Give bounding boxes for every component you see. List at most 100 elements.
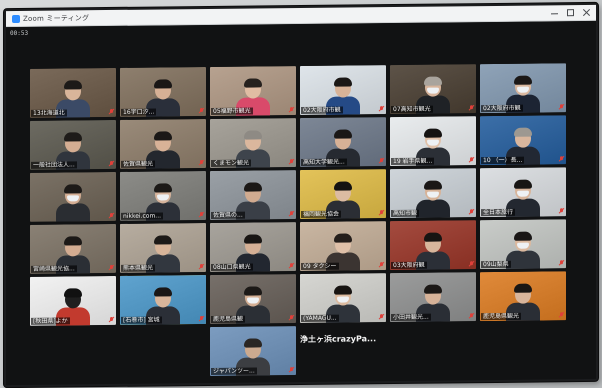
window-title: Zoom ミーティング: [23, 13, 90, 23]
participant-name-label: 福岡観光協会: [301, 210, 342, 218]
participant-name-label: 08山口県観光: [211, 263, 253, 271]
muted-mic-icon: [289, 367, 294, 373]
participant-name-label: くまモン観光: [211, 159, 252, 167]
zoom-logo-icon: [12, 14, 20, 23]
participant-tile[interactable]: 全日本旅行: [480, 167, 566, 218]
muted-mic-icon: [469, 313, 474, 319]
muted-mic-icon: [379, 262, 384, 268]
participant-name-label: (YAMAGU...: [301, 314, 339, 322]
participant-video: [56, 183, 90, 222]
participant-tile[interactable]: 03大阪府観: [390, 220, 476, 271]
muted-mic-icon: [289, 211, 294, 217]
participant-grid: 13北海道北 16宇口汐... 05福野市観光 02大阪府市観 07高知市観光 02大阪府…: [30, 63, 582, 385]
participant-name-label: 07高知市観光: [391, 105, 433, 114]
muted-mic-icon: [379, 210, 384, 216]
participant-tile[interactable]: 13北海道北: [30, 67, 116, 118]
participant-tile[interactable]: 高知市観: [390, 168, 476, 219]
participant-tile[interactable]: 福岡観光協会: [300, 169, 386, 220]
participant-tile[interactable]: くまモン観光: [210, 118, 296, 168]
muted-mic-icon: [559, 260, 564, 266]
participant-tile[interactable]: 熊本県観光: [120, 222, 206, 273]
participant-name-label: 宮崎県観光協...: [31, 265, 77, 273]
participant-name-label: 02大阪府市観: [301, 106, 343, 114]
participant-tile[interactable]: 小田井観光...: [390, 272, 476, 323]
participant-name-label: 19 岩手県観...: [391, 157, 435, 166]
muted-mic-icon: [109, 213, 114, 219]
participant-tile[interactable]: 佐賀県の...: [210, 170, 296, 220]
participant-tile[interactable]: 09山梨県: [480, 219, 566, 270]
participant-tile[interactable]: 佐賀県観光: [120, 118, 206, 169]
participant-tile[interactable]: 02大阪府市観: [300, 65, 386, 116]
muted-mic-icon: [109, 265, 114, 271]
participant-name-label: 佐賀県観光: [121, 160, 156, 168]
muted-mic-icon: [469, 261, 474, 267]
participant-tile[interactable]: 07高知市観光: [390, 64, 476, 115]
muted-mic-icon: [379, 314, 384, 320]
muted-mic-icon: [289, 263, 294, 269]
participant-name-label: ジャパンツー...: [211, 367, 257, 375]
participant-tile[interactable]: 09 タクシー: [300, 221, 386, 272]
participant-name-label: 熊本県観光: [121, 264, 156, 272]
participant-name-label: 高知市観: [391, 209, 420, 218]
muted-mic-icon: [199, 264, 204, 270]
muted-mic-icon: [289, 159, 294, 165]
maximize-icon[interactable]: [567, 9, 574, 17]
muted-mic-icon: [109, 161, 114, 167]
participant-tile[interactable]: nikkei.com...: [120, 170, 206, 221]
muted-mic-icon: [379, 158, 384, 164]
monitor-screen: Zoom ミーティング 00:53 13北海道北 16宇口汐... 05福野市観光 0…: [4, 2, 598, 388]
muted-mic-icon: [559, 104, 564, 110]
muted-mic-icon: [109, 109, 114, 115]
participant-tile[interactable]: 16宇口汐...: [120, 66, 206, 117]
muted-mic-icon: [469, 105, 474, 111]
muted-mic-icon: [559, 312, 564, 318]
participant-video: [506, 230, 540, 270]
muted-mic-icon: [199, 212, 204, 218]
participant-name-label: 13北海道北: [31, 109, 67, 117]
participant-tile[interactable]: 05福野市観光: [210, 66, 296, 116]
muted-mic-icon: [469, 157, 474, 163]
participant-tile[interactable]: ジャパンツー...: [210, 326, 296, 376]
close-icon[interactable]: [583, 9, 590, 16]
participant-name-label: 05福野市観光: [211, 107, 253, 115]
participant-tile[interactable]: 02大阪府市観: [480, 63, 566, 114]
participant-tile[interactable]: (YAMAGU...: [300, 273, 386, 324]
muted-mic-icon: [199, 316, 204, 322]
muted-mic-icon: [199, 160, 204, 166]
muted-mic-icon: [559, 156, 564, 162]
meeting-timer: 00:53: [10, 29, 29, 38]
participant-tile[interactable]: 宮崎県観光協...: [30, 223, 116, 274]
participant-name-label: [石巻市] 宮城: [121, 316, 162, 324]
participant-tile[interactable]: 08山口県観光: [210, 222, 296, 272]
participant-name-label: nikkei.com...: [121, 212, 164, 220]
participant-name-label: 鹿児島県観光: [481, 312, 522, 321]
participant-tile[interactable]: 一般社団法人...: [30, 119, 116, 170]
participant-name-label: 09山梨県: [481, 260, 511, 269]
minimize-icon[interactable]: [551, 9, 558, 16]
participant-tile[interactable]: 鹿児島県観: [210, 274, 296, 324]
participant-name-label: 佐賀県の...: [211, 211, 245, 219]
muted-mic-icon: [289, 315, 294, 321]
participant-tile[interactable]: 高知大学観光...: [300, 117, 386, 168]
participant-tile[interactable]: [30, 171, 116, 222]
participant-name-label: 一般社団法人...: [31, 161, 77, 169]
participant-tile[interactable]: 19 岩手県観...: [390, 116, 476, 167]
banner-text: 浄土ヶ浜crazyPa...: [300, 334, 377, 345]
participant-tile[interactable]: 10 （一）長...: [480, 115, 566, 166]
participant-tile[interactable]: [秋田県]よか: [30, 275, 116, 326]
muted-mic-icon: [199, 108, 204, 114]
participant-name-label: 小田井観光...: [391, 313, 431, 322]
participant-tile[interactable]: [石巻市] 宮城: [120, 274, 206, 325]
participant-name-label: 02大阪府市観: [481, 104, 523, 113]
participant-name-label: [秋田県]よか: [31, 317, 70, 325]
participant-name-label: 高知大学観光...: [301, 158, 347, 166]
muted-mic-icon: [469, 209, 474, 215]
participant-name-label: 10 （一）長...: [481, 156, 525, 165]
muted-mic-icon: [289, 107, 294, 113]
muted-mic-icon: [109, 317, 114, 323]
participant-tile[interactable]: 鹿児島県観光: [480, 271, 566, 322]
participant-name-label: 03大阪府観: [391, 261, 427, 270]
participant-name-label: 全日本旅行: [481, 208, 516, 217]
participant-video: [416, 179, 450, 219]
muted-mic-icon: [559, 208, 564, 214]
